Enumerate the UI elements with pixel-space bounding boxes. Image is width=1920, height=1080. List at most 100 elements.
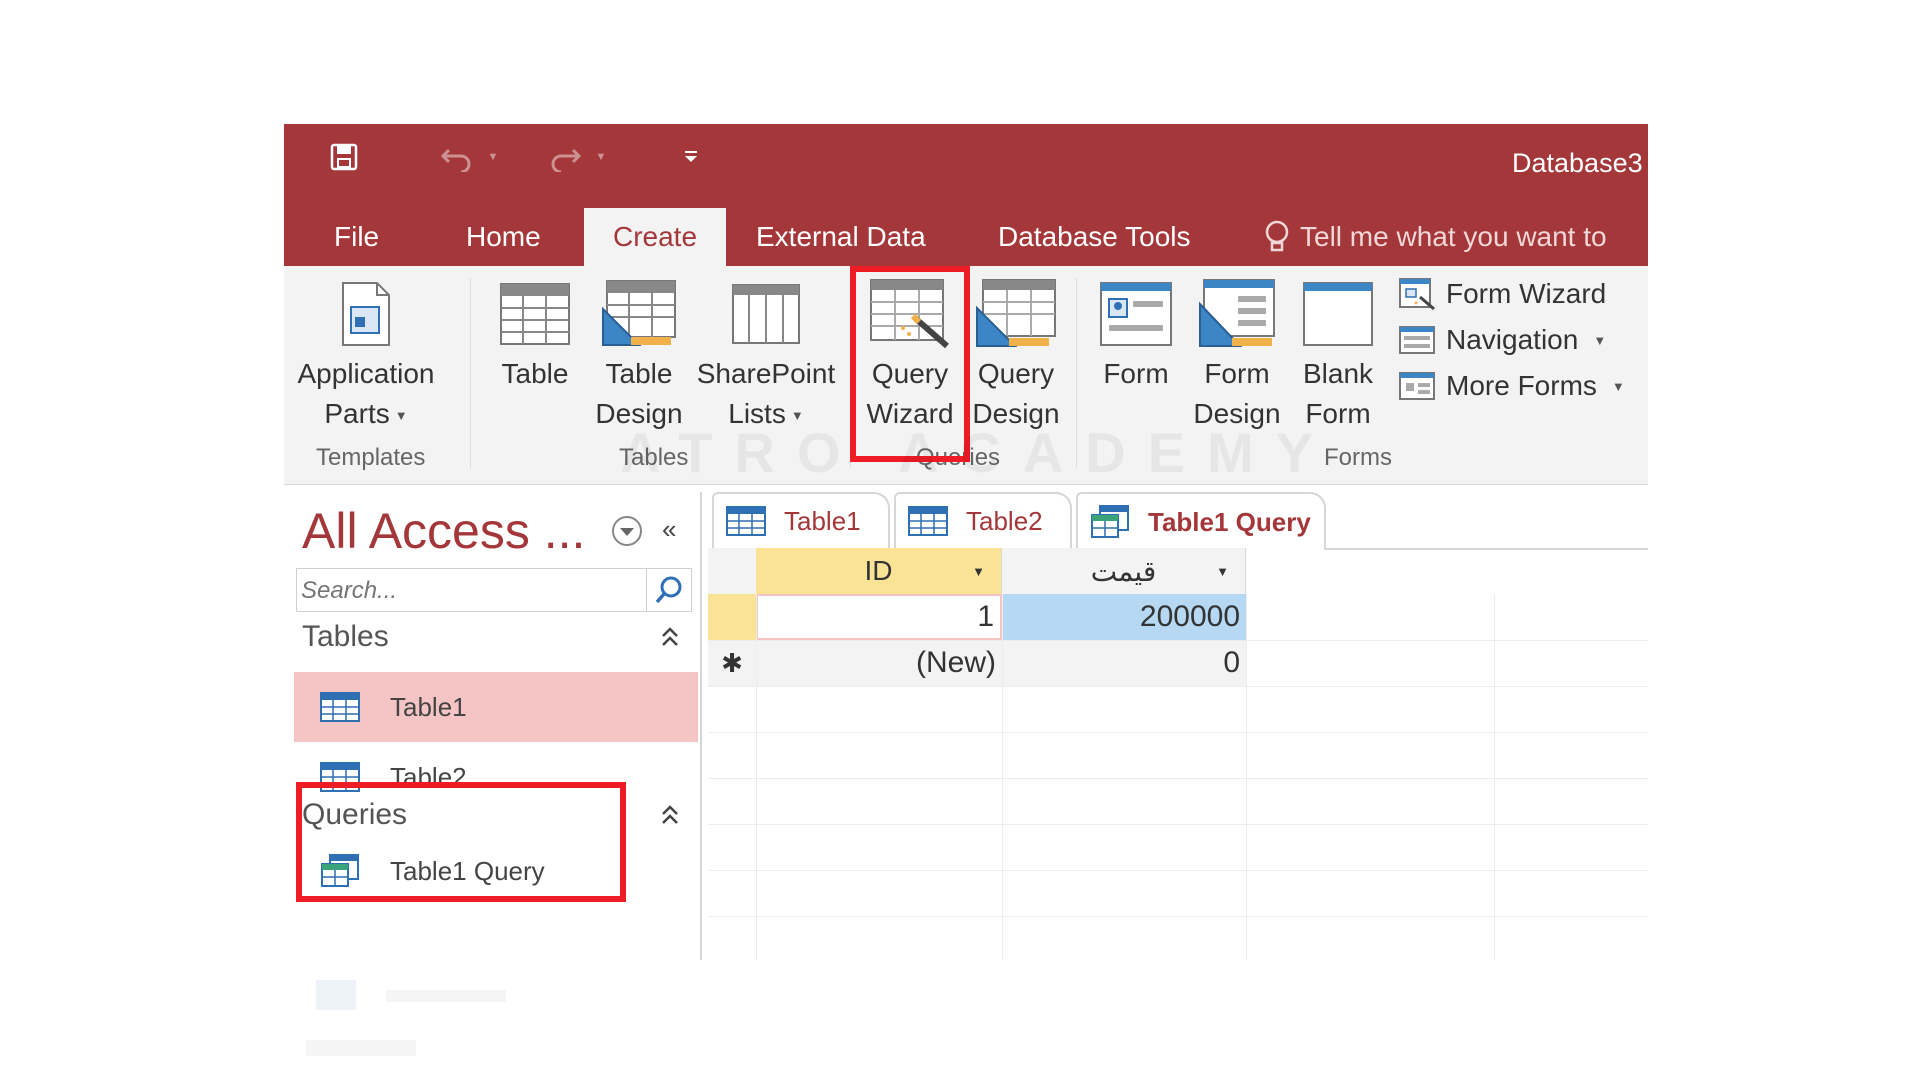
column-header-label: ID — [864, 555, 893, 586]
table-label: Table — [501, 358, 569, 389]
form-design-icon — [1199, 279, 1275, 347]
nav-group-tables[interactable]: Tables — [302, 620, 389, 654]
sharepoint-lists-icon — [732, 284, 800, 344]
lightbulb-icon — [1265, 220, 1289, 252]
redo-dropdown-icon[interactable]: ▼ — [592, 140, 610, 174]
table-design-label-2: Design — [595, 398, 683, 429]
group-label-templates: Templates — [316, 444, 426, 471]
form-wizard-button[interactable]: Form Wizard — [1398, 272, 1606, 316]
sharepoint-lists-label: SharePoint — [696, 358, 836, 389]
form-icon — [1100, 282, 1172, 346]
grid-line — [708, 916, 1648, 917]
table-icon — [500, 283, 570, 345]
doc-tab-table2[interactable]: Table2 — [894, 492, 1072, 548]
application-parts-label-2: Parts — [324, 398, 390, 429]
grid-line — [708, 686, 1648, 687]
form-wizard-label: Form Wizard — [1446, 278, 1607, 309]
grid-line — [708, 778, 1648, 779]
query-icon — [1091, 505, 1129, 538]
tell-me-box[interactable]: Tell me what you want to — [1264, 208, 1607, 266]
grid-line — [708, 732, 1648, 733]
sharepoint-lists-button[interactable]: SharePoint Lists ▼ — [688, 274, 844, 436]
tab-home[interactable]: Home — [466, 208, 541, 266]
navigation-pane: All Access ... « Tables Table1 Table2 Qu… — [292, 492, 702, 960]
undo-dropdown-icon[interactable]: ▼ — [484, 140, 502, 174]
more-forms-button[interactable]: More Forms ▼ — [1398, 364, 1625, 408]
collapse-group-icon[interactable] — [660, 626, 680, 654]
sharepoint-lists-label-2: Lists — [728, 398, 786, 429]
nav-item-label: Table1 — [390, 691, 467, 722]
ribbon-tabs: File Home Create External Data Database … — [284, 208, 1648, 266]
form-button[interactable]: Form — [1082, 274, 1190, 394]
chevron-down-icon[interactable]: ▼ — [1216, 564, 1229, 579]
nav-item-table1[interactable]: Table1 — [294, 672, 698, 742]
query-design-button[interactable]: Query Design — [964, 274, 1068, 434]
group-label-forms: Forms — [1324, 444, 1392, 471]
customize-icon[interactable] — [676, 140, 706, 174]
group-separator — [1076, 278, 1077, 468]
query-design-label-2: Design — [972, 398, 1060, 429]
ribbon-create: Application Parts ▼ Table Table Design Sh… — [284, 266, 1648, 485]
more-forms-label: More Forms — [1446, 370, 1597, 401]
column-header-label: قیمت — [1090, 555, 1157, 587]
grid-line — [1246, 594, 1247, 960]
search-input[interactable] — [299, 569, 643, 613]
table-button[interactable]: Table — [480, 274, 590, 394]
datasheet-grid: ID ▼ قیمت ▼ 1 200000 ✱ (New) 0 — [708, 548, 1648, 960]
table-icon — [726, 506, 766, 536]
navigation-label: Navigation — [1446, 324, 1579, 355]
table-design-button[interactable]: Table Design — [584, 274, 694, 434]
table-design-icon — [602, 280, 676, 346]
search-icon[interactable] — [646, 569, 691, 611]
collapse-pane-icon[interactable]: « — [662, 514, 676, 545]
chevron-down-icon[interactable]: ▼ — [972, 564, 985, 579]
form-design-button[interactable]: Form Design — [1186, 274, 1288, 434]
nav-menu-dropdown-icon[interactable] — [610, 514, 644, 553]
reflection-decoration — [306, 980, 506, 1056]
title-bar: ▼ ▼ Database3 — [284, 124, 1648, 208]
doc-tab-table1[interactable]: Table1 — [712, 492, 890, 548]
table-cell-new-id[interactable]: (New) — [756, 640, 1002, 686]
tab-file[interactable]: File — [334, 208, 379, 266]
tell-me-text: Tell me what you want to — [1300, 221, 1607, 252]
collapse-group-icon[interactable] — [660, 804, 680, 832]
blank-form-button[interactable]: Blank Form — [1290, 274, 1386, 434]
nav-pane-title[interactable]: All Access ... — [302, 502, 585, 560]
chevron-down-icon: ▼ — [1593, 332, 1607, 348]
column-header-price[interactable]: قیمت ▼ — [1002, 548, 1246, 594]
table-cell-price[interactable]: 200000 — [1002, 594, 1246, 640]
table-icon — [318, 692, 362, 722]
tab-database-tools[interactable]: Database Tools — [998, 208, 1191, 266]
more-forms-icon — [1399, 372, 1435, 400]
form-wizard-icon — [1399, 278, 1435, 311]
chevron-down-icon: ▼ — [1611, 378, 1625, 394]
doc-tab-label: Table1 — [784, 505, 861, 536]
form-label: Form — [1103, 358, 1169, 389]
record-selector[interactable] — [708, 594, 756, 640]
tab-create[interactable]: Create — [584, 208, 726, 266]
grid-line — [1002, 594, 1003, 960]
redo-icon[interactable] — [546, 140, 586, 174]
group-separator — [470, 278, 471, 468]
application-parts-label: Application — [297, 358, 435, 389]
navigation-button[interactable]: Navigation ▼ — [1398, 318, 1606, 362]
doc-tab-label: Table1 Query — [1148, 506, 1311, 537]
grid-line — [756, 594, 757, 960]
query-design-label: Query — [977, 358, 1055, 389]
select-all-corner[interactable] — [708, 548, 757, 594]
save-icon[interactable] — [324, 140, 364, 174]
new-record-icon[interactable]: ✱ — [708, 640, 756, 686]
undo-icon[interactable] — [436, 140, 476, 174]
blank-form-icon — [1303, 282, 1373, 346]
queries-highlight — [296, 782, 626, 902]
document-area: Table1 Table2 Table1 Query ID ▼ قیمت ▼ 1… — [708, 492, 1648, 960]
grid-line — [1494, 594, 1495, 960]
table-cell-id[interactable]: 1 — [756, 594, 1002, 640]
application-parts-button[interactable]: Application Parts ▼ — [292, 274, 440, 436]
table-cell-new-price[interactable]: 0 — [1002, 640, 1246, 686]
query-design-icon — [976, 279, 1056, 347]
tab-external-data[interactable]: External Data — [756, 208, 926, 266]
doc-tab-table1-query[interactable]: Table1 Query — [1076, 492, 1326, 550]
column-header-id[interactable]: ID ▼ — [756, 548, 1002, 594]
window-title: Database3 — [1512, 148, 1643, 178]
